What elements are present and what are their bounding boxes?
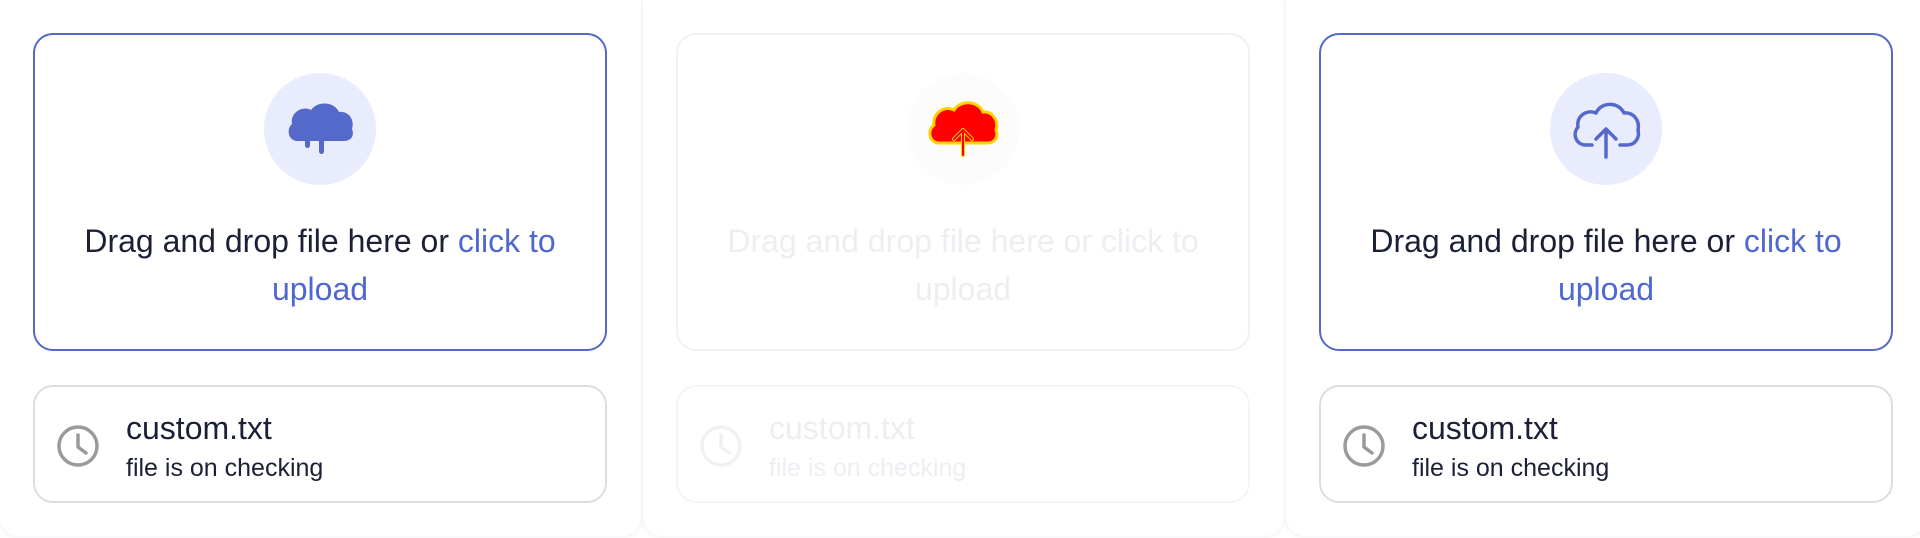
dropzone-instructions: Drag and drop file here or click to uplo…: [55, 217, 585, 313]
clock-icon: [700, 425, 742, 467]
clock-icon: [1343, 425, 1385, 467]
cloud-upload-icon: [928, 101, 999, 157]
dropzone-text: Drag and drop file here or: [1370, 223, 1744, 259]
dropzone-instructions: Drag and drop file here or click to uplo…: [1341, 217, 1871, 313]
upload-panel-2-disabled: Drag and drop file here or click to uplo…: [643, 0, 1284, 536]
file-name: custom.txt: [126, 410, 272, 446]
upload-icon-circle: [907, 73, 1019, 185]
cloud-upload-outline-icon: [1573, 102, 1641, 159]
file-status-card: custom.txt file is on checking: [676, 385, 1250, 503]
upload-icon-circle: [1550, 73, 1662, 185]
file-dropzone-disabled: Drag and drop file here or click to uplo…: [676, 33, 1250, 351]
dropzone-text: Drag and drop file here or: [84, 223, 458, 259]
file-status-text: file is on checking: [1412, 454, 1610, 482]
file-status-text: file is on checking: [126, 454, 324, 482]
file-status-card: custom.txt file is on checking: [1319, 385, 1893, 503]
file-name: custom.txt: [769, 410, 915, 446]
upload-panel-1: Drag and drop file here or click to uplo…: [0, 0, 641, 536]
file-dropzone[interactable]: Drag and drop file here or click to uplo…: [33, 33, 607, 351]
file-name: custom.txt: [1412, 410, 1558, 446]
upload-panel-3: Drag and drop file here or click to uplo…: [1286, 0, 1920, 536]
file-dropzone[interactable]: Drag and drop file here or click to uplo…: [1319, 33, 1893, 351]
dropzone-instructions: Drag and drop file here or click to uplo…: [698, 217, 1228, 313]
upload-variants-stage: Drag and drop file here or click to uplo…: [0, 0, 1920, 538]
upload-icon-circle: [264, 73, 376, 185]
file-status-card: custom.txt file is on checking: [33, 385, 607, 503]
dropzone-text: Drag and drop file here or: [727, 223, 1101, 259]
clock-icon: [57, 425, 99, 467]
cloud-drip-icon: [288, 103, 353, 154]
file-status-text: file is on checking: [769, 454, 967, 482]
